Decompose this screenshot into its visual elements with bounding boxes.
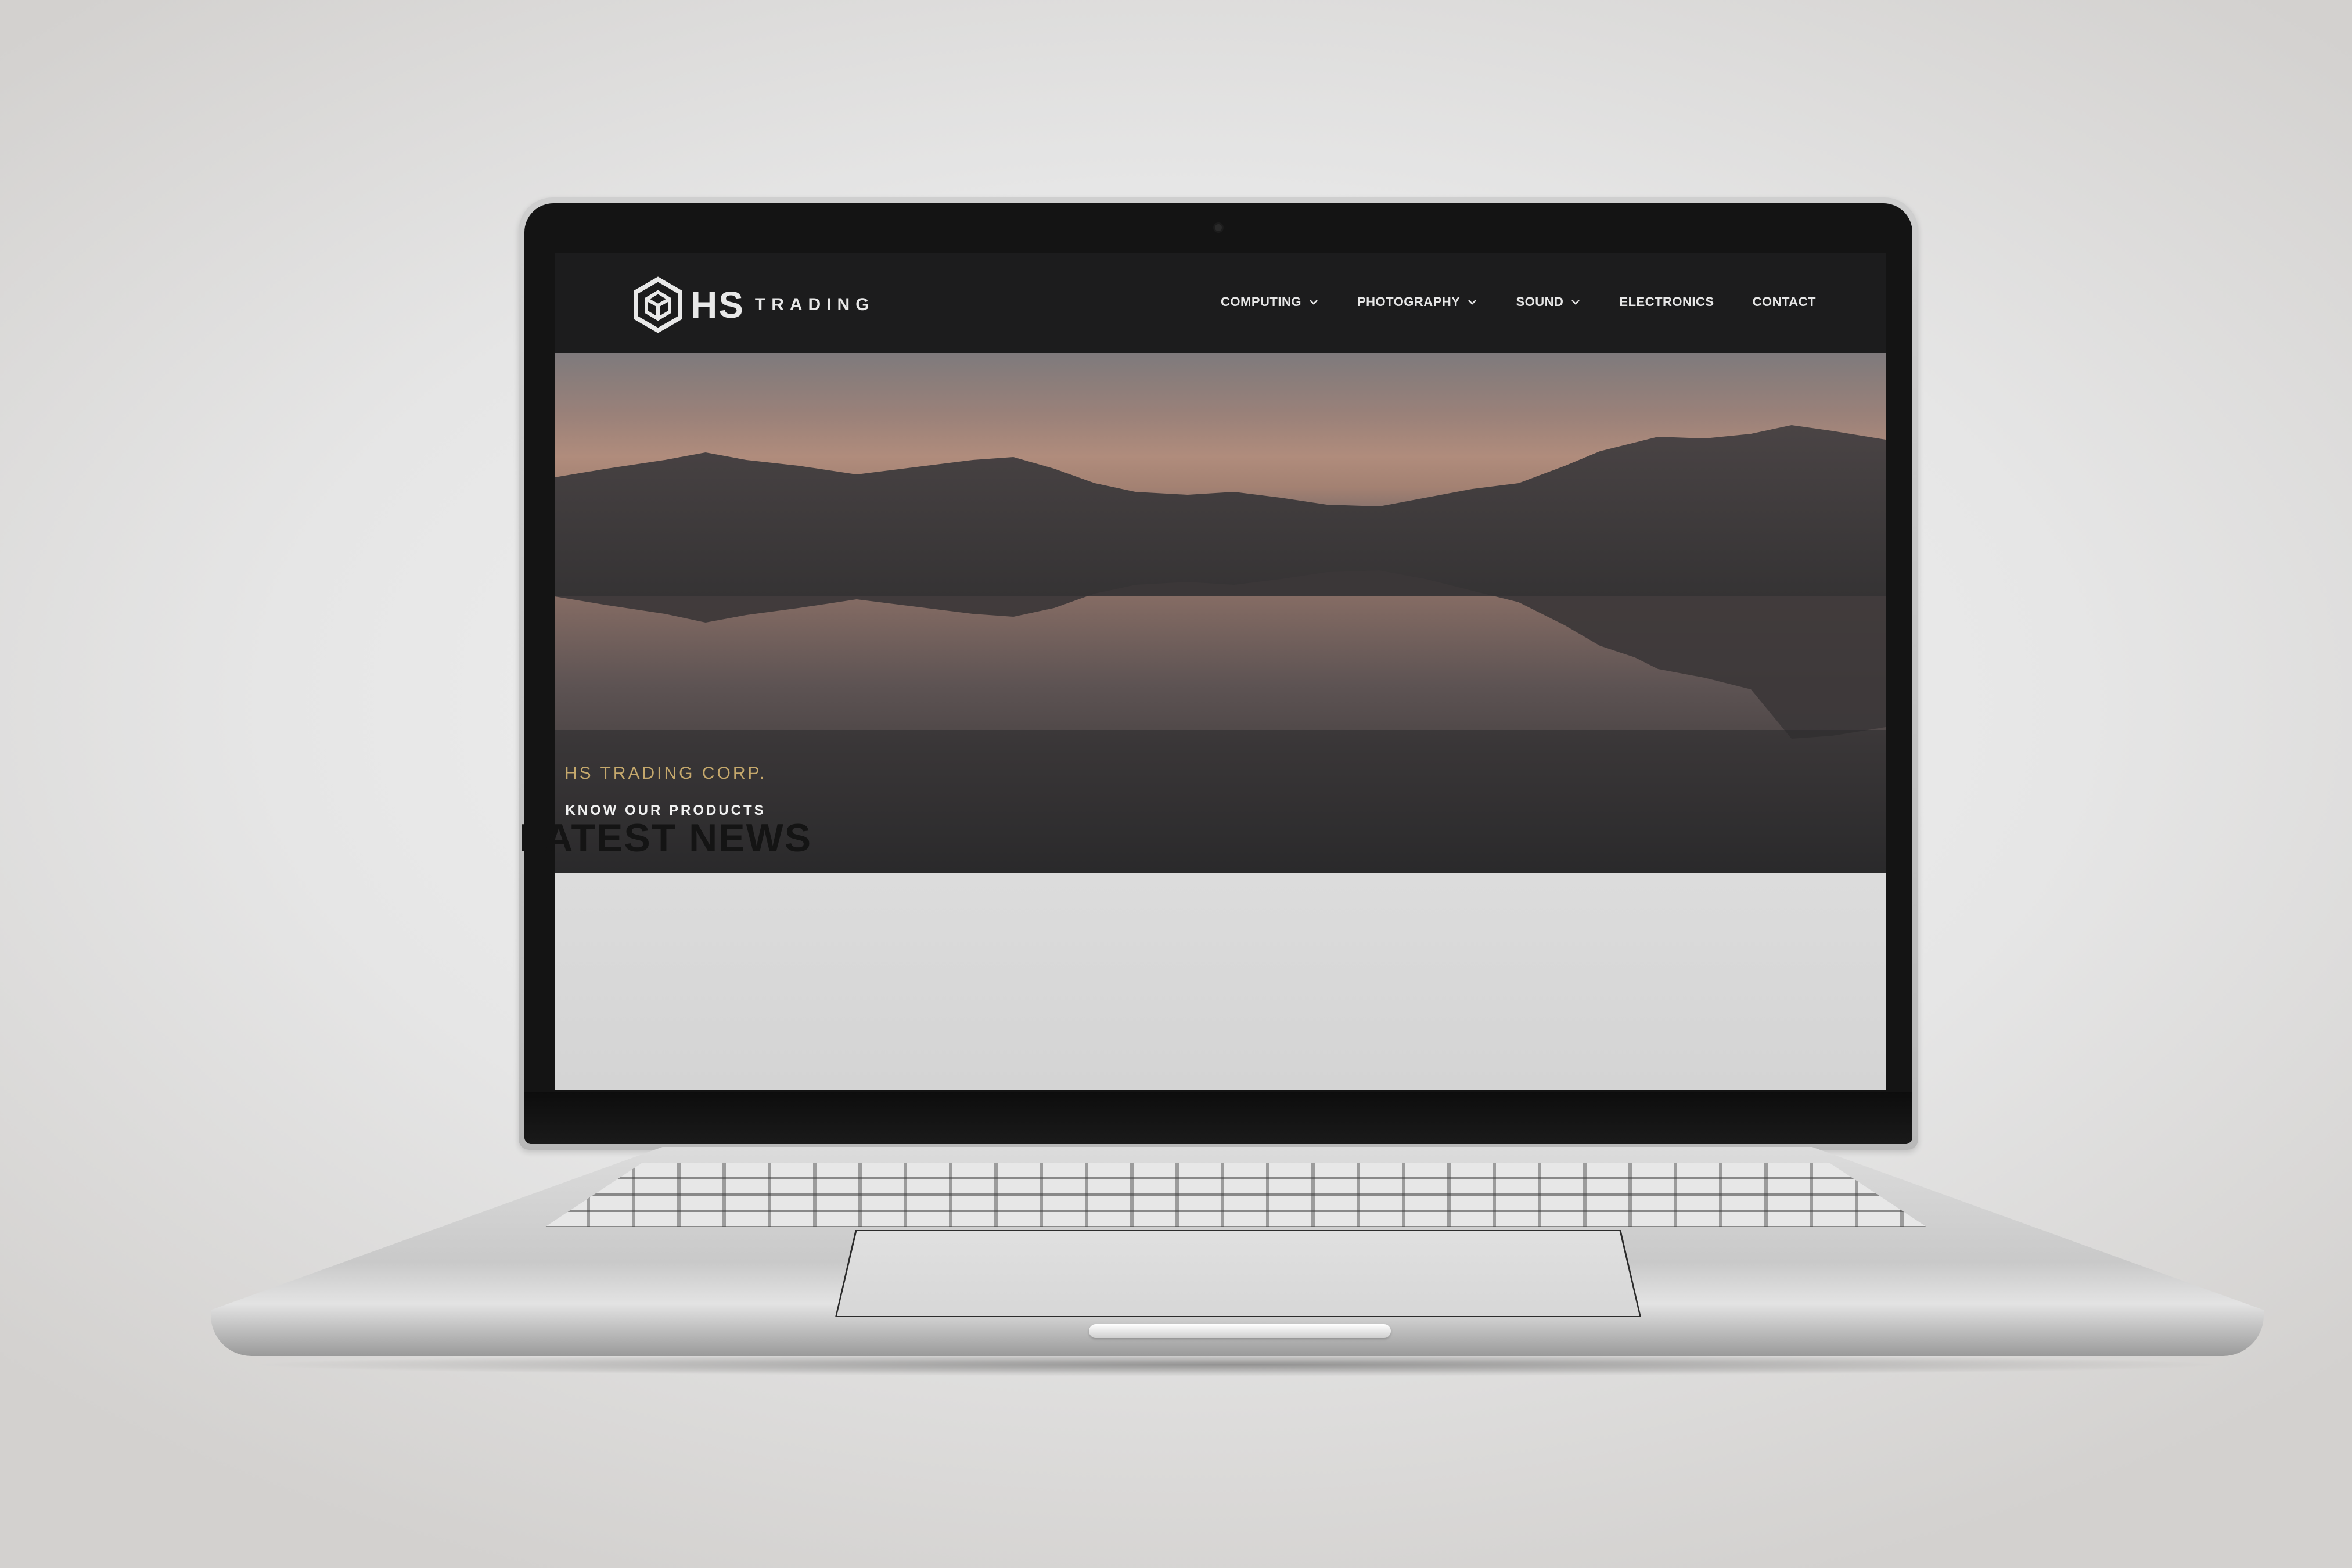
lid-opening-notch <box>1089 1324 1391 1338</box>
site-header: HS TRADING COMPUTING PHOTOGRAPHY SOUND E… <box>555 253 1886 353</box>
section-title: LATEST NEWS <box>519 816 812 860</box>
nav-item-label: SOUND <box>1516 294 1564 309</box>
nav-item-label: PHOTOGRAPHY <box>1357 294 1461 309</box>
site-logo[interactable]: HS TRADING <box>629 276 875 334</box>
trackpad <box>837 1231 1639 1316</box>
hero-banner <box>555 353 1886 873</box>
laptop-shadow <box>244 1353 2230 1376</box>
camera-icon <box>1215 224 1222 231</box>
logo-wordmark-text: TRADING <box>754 295 875 314</box>
hexagon-cube-icon <box>634 276 682 333</box>
hero-landscape-image <box>555 425 1886 873</box>
nav-item-computing[interactable]: COMPUTING <box>1221 294 1319 310</box>
keyboard-rows <box>545 1163 1927 1227</box>
section-eyebrow: HS TRADING CORP. <box>564 764 767 783</box>
nav-item-label: CONTACT <box>1752 294 1816 309</box>
nav-item-contact[interactable]: CONTACT <box>1753 294 1816 310</box>
logo-mark-text: HS <box>691 284 745 326</box>
nav-item-electronics[interactable]: ELECTRONICS <box>1619 294 1714 310</box>
nav-item-photography[interactable]: PHOTOGRAPHY <box>1357 294 1477 310</box>
content-section <box>555 873 1886 1090</box>
website-viewport: HS TRADING COMPUTING PHOTOGRAPHY SOUND E… <box>555 253 1886 1090</box>
chevron-down-icon <box>1310 300 1318 305</box>
chevron-down-icon <box>1571 300 1580 305</box>
bezel-chin <box>524 1092 1912 1144</box>
nav-item-label: ELECTRONICS <box>1619 294 1714 309</box>
nav-item-label: COMPUTING <box>1221 294 1301 309</box>
nav-item-sound[interactable]: SOUND <box>1516 294 1581 310</box>
chevron-down-icon <box>1468 300 1477 305</box>
main-nav: COMPUTING PHOTOGRAPHY SOUND ELECTRONICS <box>1182 287 1816 317</box>
